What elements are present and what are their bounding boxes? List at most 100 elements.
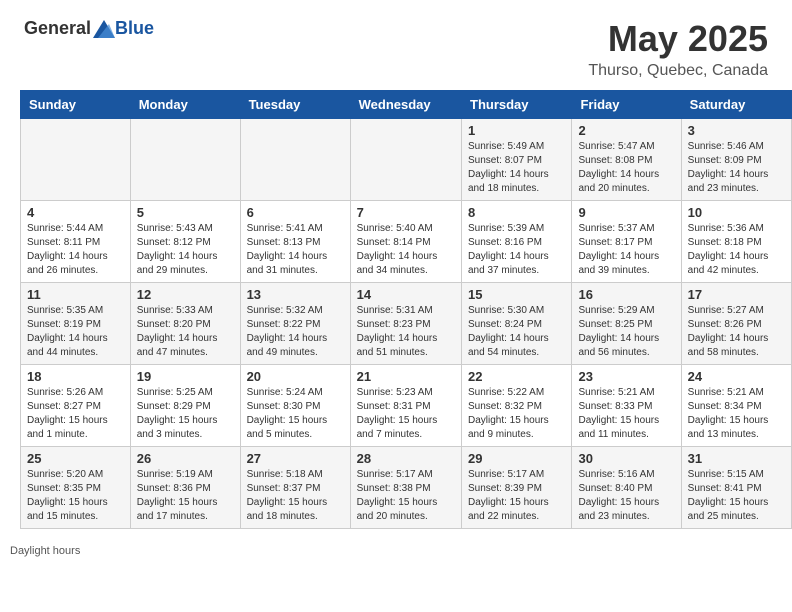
day-info: Sunrise: 5:33 AM Sunset: 8:20 PM Dayligh… — [137, 304, 234, 360]
day-info: Sunrise: 5:18 AM Sunset: 8:37 PM Dayligh… — [247, 468, 344, 524]
day-number: 13 — [247, 287, 344, 302]
calendar-cell: 7Sunrise: 5:40 AM Sunset: 8:14 PM Daylig… — [350, 201, 461, 283]
day-info: Sunrise: 5:27 AM Sunset: 8:26 PM Dayligh… — [688, 304, 785, 360]
day-number: 26 — [137, 451, 234, 466]
calendar-cell: 11Sunrise: 5:35 AM Sunset: 8:19 PM Dayli… — [21, 283, 131, 365]
calendar-week-2: 4 Sunrise: 5:44 AM Sunset: 8:11 PM Daylig… — [21, 201, 792, 283]
day-info: Sunrise: 5:46 AM Sunset: 8:09 PM Dayligh… — [688, 140, 785, 196]
day-info: Sunrise: 5:25 AM Sunset: 8:29 PM Dayligh… — [137, 386, 234, 442]
calendar-cell: 28Sunrise: 5:17 AM Sunset: 8:38 PM Dayli… — [350, 447, 461, 529]
calendar-week-1: 1 Sunrise: 5:49 AM Sunset: 8:07 PM Daylig… — [21, 119, 792, 201]
calendar-cell: 18 Sunrise: 5:26 AM Sunset: 8:27 PM Dayli… — [21, 365, 131, 447]
calendar-cell: 9 Sunrise: 5:37 AM Sunset: 8:17 PM Daylig… — [572, 201, 681, 283]
col-friday: Friday — [572, 91, 681, 119]
day-info: Sunrise: 5:35 AM Sunset: 8:19 PM Dayligh… — [27, 304, 124, 360]
calendar-week-3: 11Sunrise: 5:35 AM Sunset: 8:19 PM Dayli… — [21, 283, 792, 365]
day-number: 17 — [688, 287, 785, 302]
day-info: Sunrise: 5:36 AM Sunset: 8:18 PM Dayligh… — [688, 222, 785, 278]
day-info: Sunrise: 5:16 AM Sunset: 8:40 PM Dayligh… — [578, 468, 674, 524]
calendar-cell: 22 Sunrise: 5:22 AM Sunset: 8:32 PM Dayli… — [462, 365, 572, 447]
calendar-cell: 15Sunrise: 5:30 AM Sunset: 8:24 PM Dayli… — [462, 283, 572, 365]
col-tuesday: Tuesday — [240, 91, 350, 119]
day-number: 4 — [27, 205, 124, 220]
day-info: Sunrise: 5:47 AM Sunset: 8:08 PM Dayligh… — [578, 140, 674, 196]
day-number: 31 — [688, 451, 785, 466]
calendar-cell: 5 Sunrise: 5:43 AM Sunset: 8:12 PM Daylig… — [130, 201, 240, 283]
day-info: Sunrise: 5:44 AM Sunset: 8:11 PM Dayligh… — [27, 222, 124, 278]
day-info: Sunrise: 5:39 AM Sunset: 8:16 PM Dayligh… — [468, 222, 565, 278]
day-info: Sunrise: 5:21 AM Sunset: 8:33 PM Dayligh… — [578, 386, 674, 442]
calendar-cell: 6Sunrise: 5:41 AM Sunset: 8:13 PM Daylig… — [240, 201, 350, 283]
month-year: May 2025 — [588, 18, 768, 60]
day-number: 14 — [357, 287, 455, 302]
day-number: 18 — [27, 369, 124, 384]
day-number: 10 — [688, 205, 785, 220]
calendar-body: 1 Sunrise: 5:49 AM Sunset: 8:07 PM Daylig… — [21, 119, 792, 529]
calendar-cell: 3 Sunrise: 5:46 AM Sunset: 8:09 PM Daylig… — [681, 119, 791, 201]
calendar-cell — [350, 119, 461, 201]
day-number: 12 — [137, 287, 234, 302]
day-number: 22 — [468, 369, 565, 384]
day-info: Sunrise: 5:24 AM Sunset: 8:30 PM Dayligh… — [247, 386, 344, 442]
col-thursday: Thursday — [462, 91, 572, 119]
calendar-wrapper: Sunday Monday Tuesday Wednesday Thursday… — [0, 90, 792, 539]
day-number: 24 — [688, 369, 785, 384]
calendar-cell: 17 Sunrise: 5:27 AM Sunset: 8:26 PM Dayli… — [681, 283, 791, 365]
calendar-table: Sunday Monday Tuesday Wednesday Thursday… — [20, 90, 792, 529]
calendar-cell — [130, 119, 240, 201]
calendar-cell: 14 Sunrise: 5:31 AM Sunset: 8:23 PM Dayli… — [350, 283, 461, 365]
day-number: 16 — [578, 287, 674, 302]
calendar-cell: 12 Sunrise: 5:33 AM Sunset: 8:20 PM Dayli… — [130, 283, 240, 365]
day-info: Sunrise: 5:41 AM Sunset: 8:13 PM Dayligh… — [247, 222, 344, 278]
day-number: 20 — [247, 369, 344, 384]
day-info: Sunrise: 5:43 AM Sunset: 8:12 PM Dayligh… — [137, 222, 234, 278]
col-wednesday: Wednesday — [350, 91, 461, 119]
calendar-cell: 25 Sunrise: 5:20 AM Sunset: 8:35 PM Dayli… — [21, 447, 131, 529]
day-info: Sunrise: 5:23 AM Sunset: 8:31 PM Dayligh… — [357, 386, 455, 442]
calendar-cell: 2Sunrise: 5:47 AM Sunset: 8:08 PM Daylig… — [572, 119, 681, 201]
calendar-cell — [240, 119, 350, 201]
title-block: May 2025 Thurso, Quebec, Canada — [588, 18, 768, 80]
calendar-cell: 29Sunrise: 5:17 AM Sunset: 8:39 PM Dayli… — [462, 447, 572, 529]
calendar-cell: 30 Sunrise: 5:16 AM Sunset: 8:40 PM Dayli… — [572, 447, 681, 529]
logo-general: General — [24, 18, 91, 39]
calendar-cell: 13Sunrise: 5:32 AM Sunset: 8:22 PM Dayli… — [240, 283, 350, 365]
header: General Blue May 2025 Thurso, Quebec, Ca… — [0, 0, 792, 90]
day-number: 3 — [688, 123, 785, 138]
calendar-cell: 10 Sunrise: 5:36 AM Sunset: 8:18 PM Dayli… — [681, 201, 791, 283]
day-number: 25 — [27, 451, 124, 466]
col-monday: Monday — [130, 91, 240, 119]
calendar-cell: 26Sunrise: 5:19 AM Sunset: 8:36 PM Dayli… — [130, 447, 240, 529]
day-info: Sunrise: 5:21 AM Sunset: 8:34 PM Dayligh… — [688, 386, 785, 442]
calendar-cell: 1 Sunrise: 5:49 AM Sunset: 8:07 PM Daylig… — [462, 119, 572, 201]
day-info: Sunrise: 5:17 AM Sunset: 8:39 PM Dayligh… — [468, 468, 565, 524]
day-number: 5 — [137, 205, 234, 220]
calendar-week-5: 25 Sunrise: 5:20 AM Sunset: 8:35 PM Dayli… — [21, 447, 792, 529]
calendar-header-row: Sunday Monday Tuesday Wednesday Thursday… — [21, 91, 792, 119]
day-number: 9 — [578, 205, 674, 220]
location: Thurso, Quebec, Canada — [588, 62, 768, 80]
footer: Daylight hours — [0, 539, 792, 563]
calendar-cell: 21Sunrise: 5:23 AM Sunset: 8:31 PM Dayli… — [350, 365, 461, 447]
calendar-cell — [21, 119, 131, 201]
day-info: Sunrise: 5:29 AM Sunset: 8:25 PM Dayligh… — [578, 304, 674, 360]
calendar-cell: 8 Sunrise: 5:39 AM Sunset: 8:16 PM Daylig… — [462, 201, 572, 283]
day-number: 8 — [468, 205, 565, 220]
day-info: Sunrise: 5:31 AM Sunset: 8:23 PM Dayligh… — [357, 304, 455, 360]
day-number: 30 — [578, 451, 674, 466]
calendar-cell: 19 Sunrise: 5:25 AM Sunset: 8:29 PM Dayli… — [130, 365, 240, 447]
day-number: 15 — [468, 287, 565, 302]
day-info: Sunrise: 5:40 AM Sunset: 8:14 PM Dayligh… — [357, 222, 455, 278]
page-container: General Blue May 2025 Thurso, Quebec, Ca… — [0, 0, 792, 563]
logo: General Blue — [24, 18, 154, 39]
footer-text: Daylight hours — [10, 545, 80, 557]
col-sunday: Sunday — [21, 91, 131, 119]
day-number: 1 — [468, 123, 565, 138]
day-info: Sunrise: 5:49 AM Sunset: 8:07 PM Dayligh… — [468, 140, 565, 196]
day-info: Sunrise: 5:26 AM Sunset: 8:27 PM Dayligh… — [27, 386, 124, 442]
day-info: Sunrise: 5:20 AM Sunset: 8:35 PM Dayligh… — [27, 468, 124, 524]
day-number: 19 — [137, 369, 234, 384]
logo-blue: Blue — [115, 18, 154, 39]
day-info: Sunrise: 5:22 AM Sunset: 8:32 PM Dayligh… — [468, 386, 565, 442]
day-info: Sunrise: 5:37 AM Sunset: 8:17 PM Dayligh… — [578, 222, 674, 278]
